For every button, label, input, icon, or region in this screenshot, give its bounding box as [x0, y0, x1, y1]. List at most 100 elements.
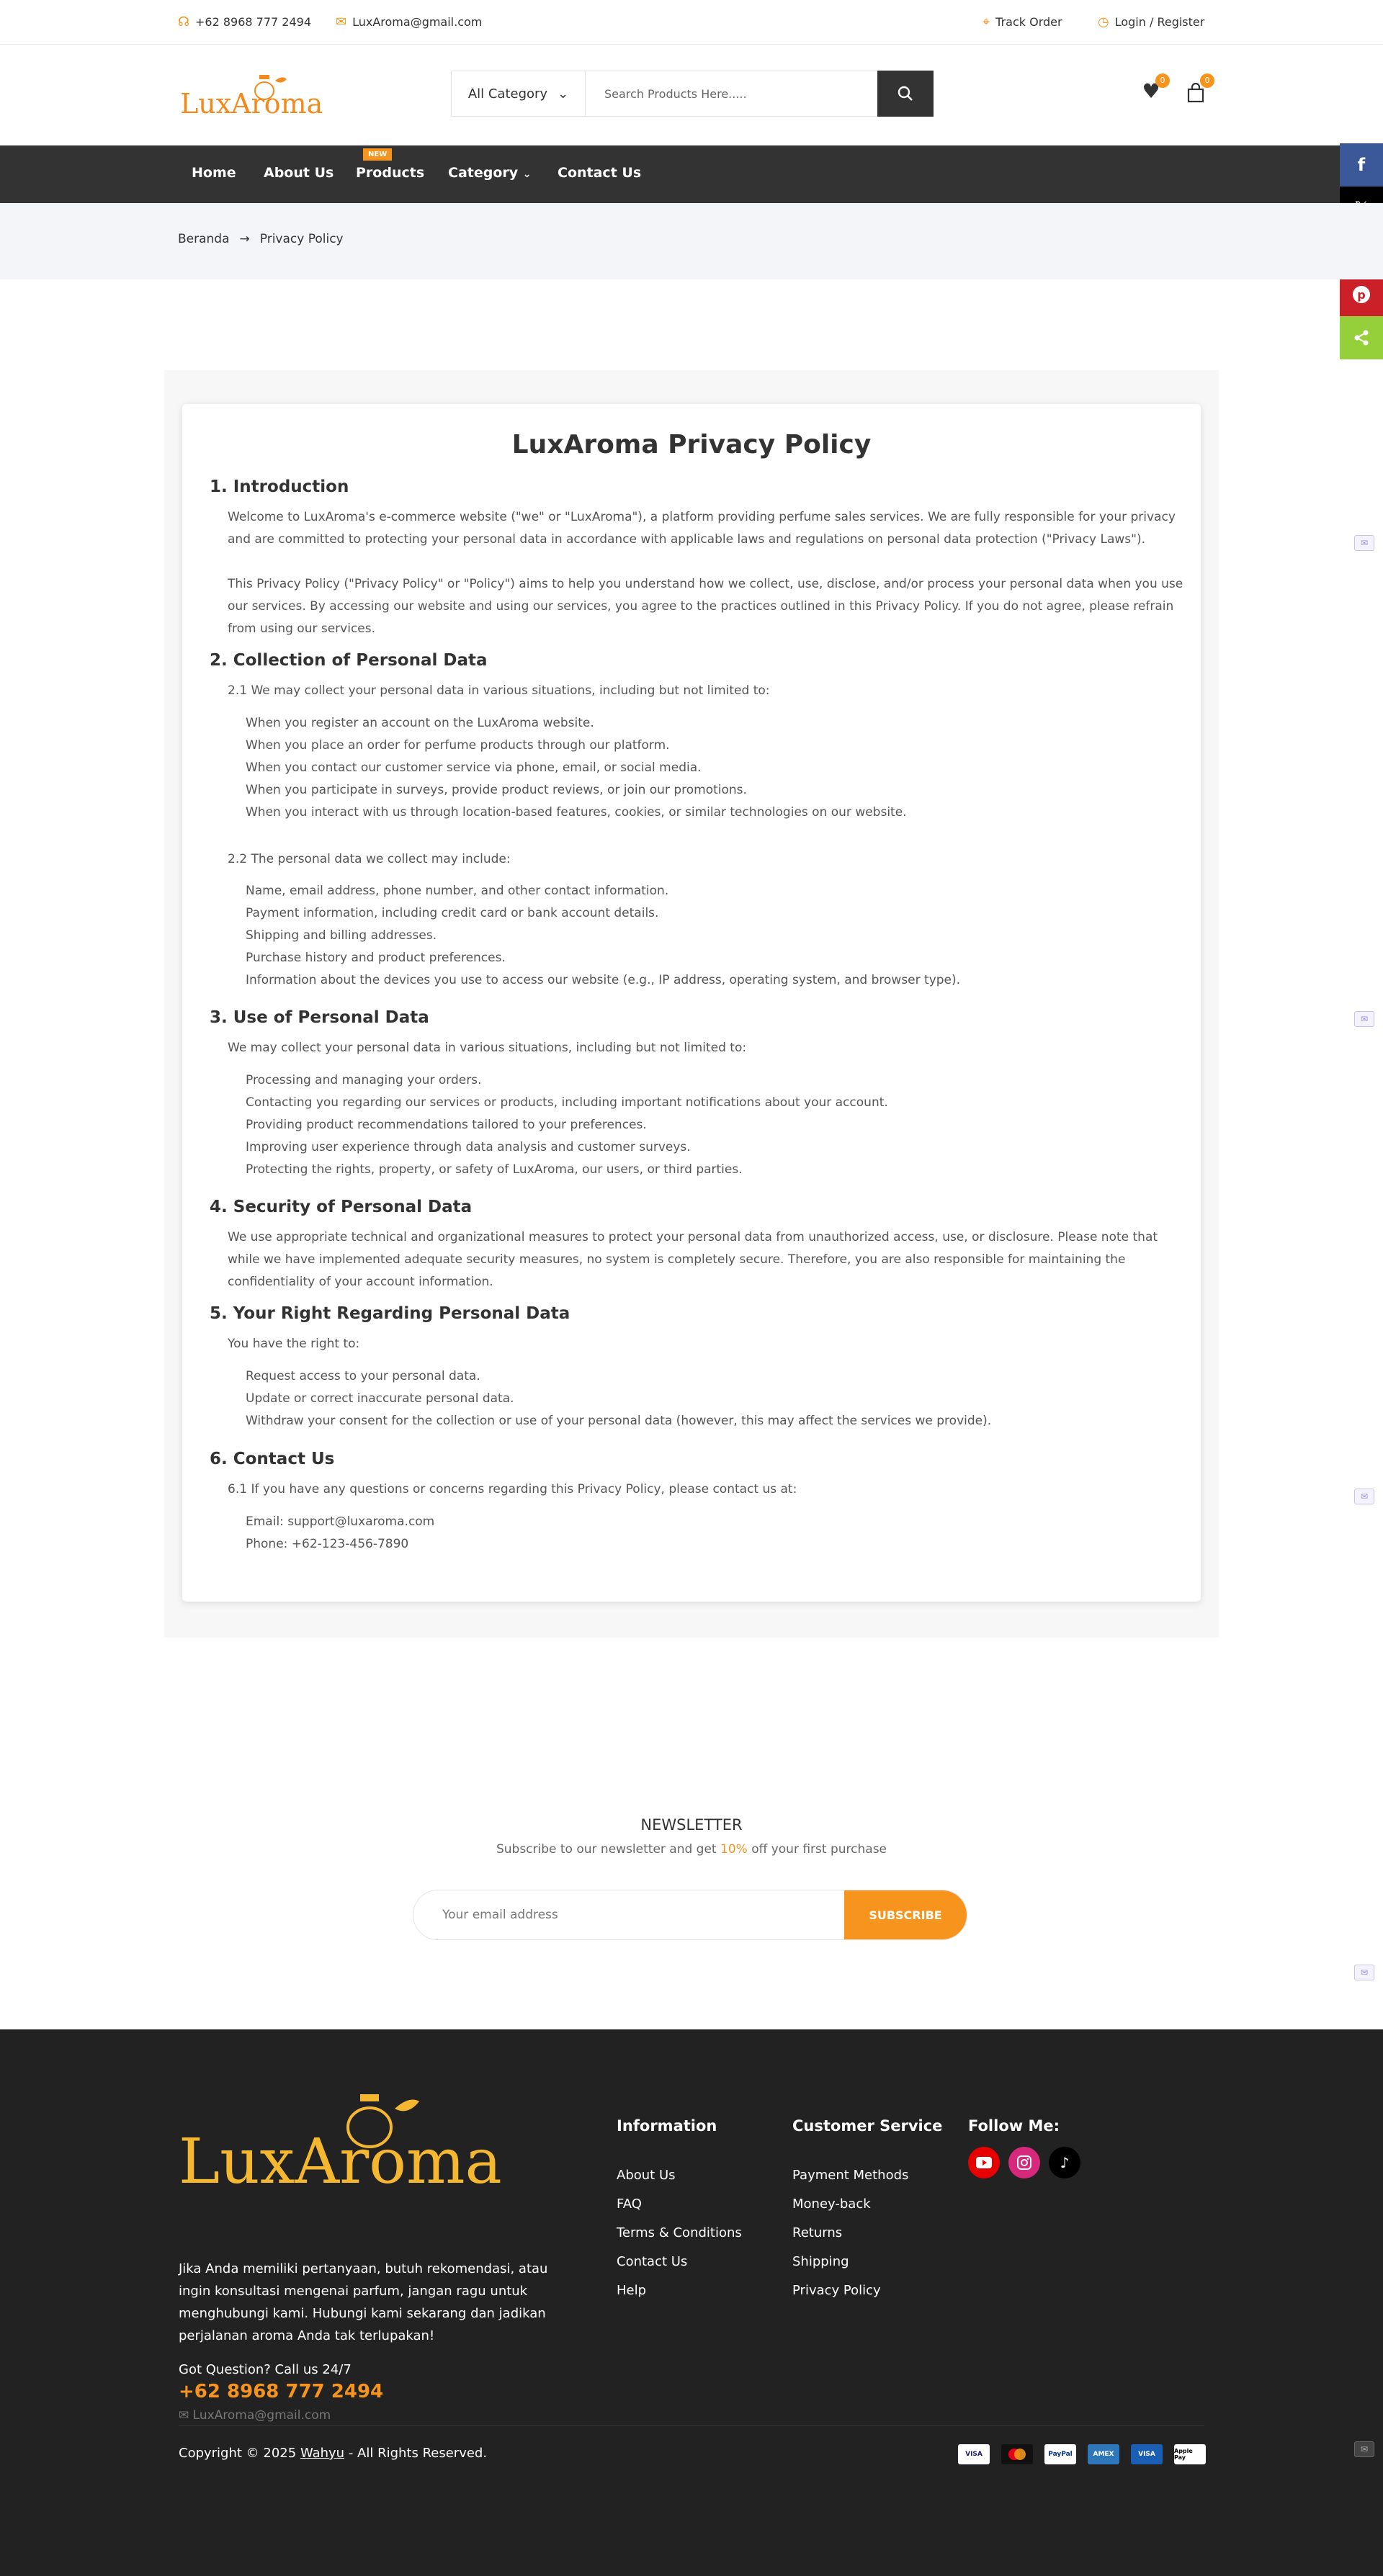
share-more-button[interactable] — [1340, 316, 1383, 359]
newsletter-email-input[interactable] — [413, 1890, 844, 1939]
nav-about-us[interactable]: About Us — [264, 165, 334, 181]
section-heading: 1. Introduction — [210, 477, 349, 496]
footer-link-about[interactable]: About Us — [617, 2168, 676, 2183]
list-item: When you participate in surveys, provide… — [246, 783, 747, 797]
track-order-label: Track Order — [995, 15, 1062, 29]
search-icon — [898, 86, 913, 101]
footer-phone[interactable]: +62 8968 777 2494 — [179, 2381, 383, 2402]
share-facebook-button[interactable]: f — [1340, 143, 1383, 187]
search-bar: All Category ⌄ — [451, 71, 934, 117]
copyright-after: - All Rights Reserved. — [344, 2446, 488, 2461]
footer: LuxAroma Jika Anda memiliki pertanyaan, … — [0, 2029, 1383, 2576]
instagram-link[interactable] — [1008, 2147, 1040, 2178]
list-item: Protecting the rights, property, or safe… — [246, 1162, 743, 1177]
nav-contact-us[interactable]: Contact Us — [558, 165, 641, 181]
floating-mail-icon[interactable]: ✉ — [1354, 535, 1374, 551]
topbar-email-text: LuxAroma@gmail.com — [352, 15, 483, 29]
list-item: Request access to your personal data. — [246, 1369, 480, 1383]
footer-link-payment-methods[interactable]: Payment Methods — [792, 2168, 908, 2183]
breadcrumb-current: Privacy Policy — [259, 232, 344, 246]
cart-count-badge: 0 — [1200, 73, 1214, 88]
copyright: Copyright © 2025 Wahyu - All Rights Rese… — [179, 2446, 487, 2461]
section-heading: 3. Use of Personal Data — [210, 1008, 429, 1027]
section-heading: 2. Collection of Personal Data — [210, 651, 488, 670]
section-heading: 6. Contact Us — [210, 1450, 335, 1468]
track-order-link[interactable]: ⌖ Track Order — [983, 14, 1062, 30]
section-heading: 4. Security of Personal Data — [210, 1198, 473, 1216]
footer-link-faq[interactable]: FAQ — [617, 2196, 642, 2212]
footer-question: Got Question? Call us 24/7 — [179, 2362, 352, 2377]
subscribe-button[interactable]: SUBSCRIBE — [844, 1890, 967, 1939]
top-bar: ☊ +62 8968 777 2494 ✉ LuxAroma@gmail.com… — [0, 0, 1383, 45]
visa-blue-card-icon: VISA — [1131, 2444, 1163, 2464]
footer-link-money-back[interactable]: Money-back — [792, 2196, 871, 2212]
paypal-icon: PayPal — [1044, 2444, 1076, 2464]
footer-follow-heading: Follow Me: — [968, 2117, 1060, 2135]
list-item: Name, email address, phone number, and o… — [246, 884, 669, 898]
tiktok-icon: ♪ — [1060, 2154, 1070, 2171]
search-button[interactable] — [877, 71, 934, 117]
arrow-right-icon: → — [239, 232, 250, 246]
nav-products[interactable]: Products — [356, 165, 424, 181]
footer-email[interactable]: ✉ LuxAroma@gmail.com — [179, 2408, 331, 2423]
list-item: When you place an order for perfume prod… — [246, 738, 670, 753]
footer-logo[interactable]: LuxAroma — [179, 2094, 546, 2208]
category-select[interactable]: All Category ⌄ — [452, 71, 586, 116]
site-logo-text: LuxAroma — [180, 88, 323, 120]
footer-info-heading: Information — [617, 2117, 717, 2135]
page-title: LuxAroma Privacy Policy — [511, 430, 872, 459]
nav-home[interactable]: Home — [192, 165, 236, 181]
share-icon — [1354, 330, 1369, 346]
newsletter-discount: 10% — [720, 1842, 748, 1857]
floating-mail-icon[interactable]: ✉ — [1354, 1011, 1374, 1027]
newsletter-form: SUBSCRIBE — [413, 1890, 967, 1940]
footer-description: Jika Anda memiliki pertanyaan, butuh rek… — [179, 2261, 548, 2343]
topbar-phone[interactable]: ☊ +62 8968 777 2494 — [178, 14, 311, 30]
newsletter-sub-before: Subscribe to our newsletter and get — [496, 1842, 720, 1857]
category-select-label: All Category — [467, 86, 548, 102]
list-item: Contacting you regarding our services or… — [246, 1095, 888, 1110]
wishlist-button[interactable]: ♥ 0 — [1137, 73, 1170, 108]
wishlist-count-badge: 0 — [1155, 73, 1170, 88]
nav-category[interactable]: Category ⌄ — [448, 165, 532, 181]
breadcrumb-home[interactable]: Beranda — [178, 232, 230, 246]
youtube-link[interactable] — [968, 2147, 1000, 2178]
section-paragraph: You have the right to: — [228, 1337, 360, 1351]
contact-phone: Phone: +62-123-456-7890 — [246, 1537, 409, 1551]
list-item: When you contact our customer service vi… — [246, 760, 702, 775]
pinterest-icon: p — [1353, 286, 1370, 303]
section-paragraph: We use appropriate technical and organiz… — [228, 1230, 1158, 1289]
youtube-icon — [976, 2157, 992, 2168]
floating-mail-icon[interactable]: ✉ — [1354, 1965, 1374, 1980]
footer-link-privacy-policy[interactable]: Privacy Policy — [792, 2283, 881, 2298]
footer-link-contact[interactable]: Contact Us — [617, 2254, 687, 2269]
login-register-link[interactable]: ◷ Login / Register — [1098, 14, 1204, 30]
footer-email-text: LuxAroma@gmail.com — [192, 2408, 331, 2423]
newsletter-sub-after: off your first purchase — [747, 1842, 887, 1857]
footer-logo-text: LuxAroma — [179, 2126, 502, 2198]
site-logo[interactable]: LuxAroma — [180, 75, 328, 122]
footer-link-help[interactable]: Help — [617, 2283, 646, 2298]
floating-mail-icon[interactable]: ✉ — [1354, 2441, 1374, 2457]
new-badge: NEW — [363, 148, 393, 161]
section-paragraph: This Privacy Policy ("Privacy Policy" or… — [228, 577, 1183, 636]
footer-link-returns[interactable]: Returns — [792, 2225, 842, 2240]
copyright-author-link[interactable]: Wahyu — [300, 2446, 344, 2461]
tiktok-link[interactable]: ♪ — [1049, 2147, 1080, 2178]
footer-link-terms[interactable]: Terms & Conditions — [617, 2225, 742, 2240]
location-pin-icon: ⌖ — [983, 14, 990, 30]
list-item: Payment information, including credit ca… — [246, 906, 659, 920]
cart-button[interactable]: 0 — [1181, 73, 1214, 108]
clock-icon: ◷ — [1098, 14, 1109, 30]
floating-mail-icon[interactable]: ✉ — [1354, 1489, 1374, 1504]
copyright-before: Copyright © 2025 — [179, 2446, 300, 2461]
list-item: Withdraw your consent for the collection… — [246, 1414, 992, 1428]
search-input[interactable] — [586, 71, 877, 116]
footer-link-shipping[interactable]: Shipping — [792, 2254, 849, 2269]
breadcrumb-band: Beranda → Privacy Policy — [0, 203, 1383, 279]
section-paragraph: 6.1 If you have any questions or concern… — [228, 1482, 797, 1496]
envelope-icon: ✉ — [179, 2408, 189, 2423]
share-pinterest-button[interactable]: p — [1340, 273, 1383, 316]
list-item: Improving user experience through data a… — [246, 1140, 691, 1154]
topbar-email[interactable]: ✉ LuxAroma@gmail.com — [336, 14, 482, 30]
